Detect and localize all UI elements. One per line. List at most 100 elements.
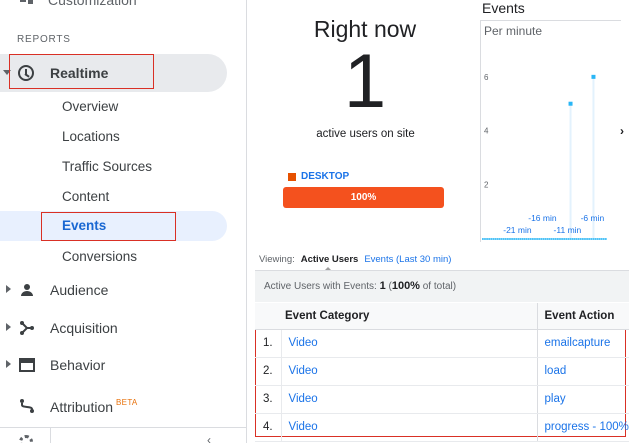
x-tick-label: -11 min	[554, 225, 582, 235]
baseline-bar	[579, 238, 582, 240]
baseline-bar	[600, 238, 603, 240]
baseline-bar	[538, 238, 541, 240]
tab-events-last-30[interactable]: Events (Last 30 min)	[364, 254, 451, 265]
gear-icon[interactable]	[19, 435, 33, 443]
sidebar-item-realtime[interactable]: Realtime	[0, 54, 227, 92]
x-tick-label: -21 min	[503, 225, 532, 235]
sidebar-item-content[interactable]: Content	[62, 189, 109, 204]
baseline-bar	[515, 238, 518, 240]
chart-next-icon[interactable]: ›	[620, 124, 624, 138]
event-category-link[interactable]: Video	[281, 413, 537, 442]
event-action-link[interactable]: progress - 100%	[536, 413, 629, 442]
sidebar-item-customization[interactable]: Customization	[18, 0, 137, 8]
sidebar-item-overview[interactable]: Overview	[62, 99, 118, 114]
baseline-bar	[602, 238, 605, 240]
summary-text: Active Users with Events: 1 (100% of tot…	[264, 280, 457, 292]
column-header-event-category[interactable]: Event Category	[255, 303, 537, 330]
attribution-icon	[20, 399, 34, 413]
table-header-row: Event Category Event Action	[255, 303, 629, 330]
baseline-bar	[525, 238, 528, 240]
sidebar-item-audience[interactable]: Audience	[0, 275, 230, 305]
baseline-bar	[552, 238, 555, 240]
event-category-link[interactable]: Video	[281, 385, 537, 414]
baseline-bar	[590, 238, 593, 240]
summary-prefix: Active Users with Events:	[264, 281, 377, 292]
baseline-bar	[482, 238, 484, 240]
baseline-bar	[582, 238, 584, 240]
column-header-event-action[interactable]: Event Action	[536, 303, 629, 330]
sidebar-item-locations[interactable]: Locations	[62, 129, 120, 144]
sidebar-item-traffic-sources[interactable]: Traffic Sources	[62, 159, 152, 174]
baseline-bar	[540, 238, 543, 240]
baseline-bar	[571, 238, 574, 240]
baseline-bar	[498, 238, 501, 240]
sidebar-item-attribution[interactable]: Attribution BETA	[0, 391, 230, 421]
baseline-bar	[536, 238, 538, 240]
baseline-bar	[517, 238, 520, 240]
events-chart: 6 4 2 -21 min -16 min -11 min -6 min	[482, 73, 607, 240]
baseline-bar	[563, 238, 566, 240]
baseline-bar	[486, 238, 488, 240]
expand-down-icon[interactable]	[3, 70, 11, 75]
event-category-link[interactable]: Video	[281, 329, 537, 358]
divider	[50, 428, 51, 443]
baseline-bar	[592, 238, 595, 240]
baseline-bar	[519, 238, 522, 240]
viewing-tabs: Viewing: Active Users Events (Last 30 mi…	[259, 254, 451, 272]
legend-swatch	[288, 172, 296, 181]
sidebar-item-events[interactable]	[0, 211, 227, 241]
event-bar[interactable]	[569, 103, 572, 238]
expand-right-icon[interactable]	[6, 285, 11, 293]
event-action-link[interactable]: emailcapture	[536, 329, 629, 358]
collapse-sidebar-icon[interactable]: ‹	[207, 433, 211, 443]
sidebar-item-conversions[interactable]: Conversions	[62, 249, 137, 264]
per-minute-label: Per minute	[484, 24, 543, 38]
event-point[interactable]	[568, 101, 573, 106]
tab-active-users[interactable]: Active Users	[301, 254, 358, 272]
baseline-bar	[548, 238, 551, 240]
events-table: Event Category Event Action 1. Video ema…	[255, 303, 629, 442]
event-action-link[interactable]: load	[536, 357, 629, 386]
x-tick-label: -6 min	[581, 213, 605, 223]
table-row: 1. Video emailcapture	[255, 329, 629, 358]
baseline-bar	[509, 238, 511, 240]
baseline-bar	[534, 238, 536, 240]
events-chart-title: Events	[482, 0, 525, 16]
baseline-bar	[546, 238, 549, 240]
baseline-bar	[565, 238, 568, 240]
behavior-icon	[19, 358, 35, 372]
summary-percent: 100%	[391, 280, 420, 292]
expand-right-icon[interactable]	[6, 360, 11, 368]
customization-icon	[18, 0, 34, 6]
baseline-bar	[559, 238, 561, 240]
event-action-link[interactable]: play	[536, 385, 629, 414]
sidebar-item-label: Realtime	[50, 65, 109, 81]
sidebar-item-behavior[interactable]: Behavior	[0, 350, 230, 380]
row-number: 4.	[255, 413, 282, 442]
baseline-bar	[502, 238, 505, 240]
y-tick-label: 6	[484, 73, 489, 82]
baseline-bar	[532, 238, 534, 240]
baseline-bar	[557, 238, 559, 240]
baseline-bar	[511, 238, 513, 240]
acquisition-icon	[20, 321, 34, 335]
y-tick-label: 2	[484, 180, 489, 189]
sidebar-item-acquisition[interactable]: Acquisition	[0, 313, 230, 343]
attribution-label: Attribution	[50, 399, 114, 415]
person-icon	[21, 284, 33, 296]
baseline-bar	[561, 238, 563, 240]
baseline-bar	[542, 238, 545, 240]
clock-icon	[18, 65, 34, 81]
table-row: 2. Video load	[255, 357, 629, 386]
baseline-bar	[544, 238, 547, 240]
sidebar-item-events-label[interactable]: Events	[62, 218, 106, 233]
baseline-bar	[521, 238, 524, 240]
event-point[interactable]	[591, 74, 596, 79]
active-user-count: 1	[343, 39, 387, 124]
event-category-link[interactable]: Video	[281, 357, 537, 386]
expand-right-icon[interactable]	[6, 323, 11, 331]
baseline-bar	[586, 238, 588, 240]
baseline-bar	[523, 238, 526, 240]
device-share-bar[interactable]: 100%	[283, 187, 444, 208]
baseline-bar	[573, 238, 576, 240]
